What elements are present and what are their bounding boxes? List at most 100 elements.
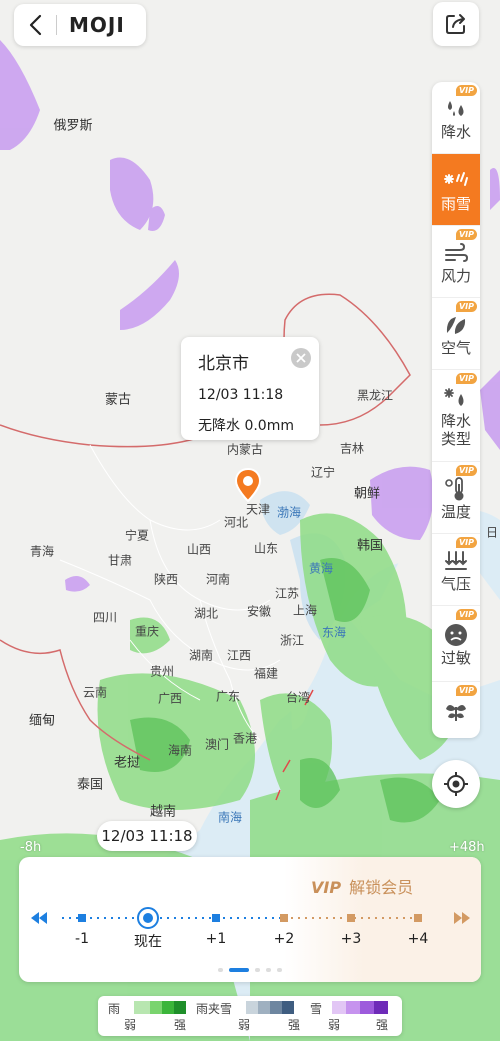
page-indicator-active bbox=[229, 968, 249, 972]
map-label: 日 bbox=[485, 525, 499, 540]
map-label: 黄海 bbox=[308, 561, 334, 576]
legend-swatch bbox=[162, 1001, 174, 1014]
legend-strong: 强 bbox=[288, 1018, 301, 1032]
locate-button[interactable] bbox=[432, 760, 480, 808]
map-label: 重庆 bbox=[134, 624, 160, 639]
layer-precipitation[interactable]: VIP 降水 bbox=[432, 82, 480, 154]
timeline-start-label: -8h bbox=[20, 840, 42, 855]
leaf-icon bbox=[443, 311, 469, 339]
timeline-tick[interactable]: 现在 bbox=[134, 931, 162, 951]
layer-label: 风力 bbox=[440, 266, 471, 285]
map-label: 越南 bbox=[149, 804, 177, 820]
map-label: 吉林 bbox=[339, 441, 365, 456]
map-label: 上海 bbox=[292, 603, 318, 618]
legend-weak: 弱 bbox=[328, 1018, 341, 1032]
map-label: 青海 bbox=[29, 544, 55, 559]
allergy-face-icon bbox=[443, 621, 469, 649]
layer-air[interactable]: VIP 空气 bbox=[432, 298, 480, 370]
map-label: 海南 bbox=[167, 743, 193, 758]
layer-panel: VIP 降水 雨雪 VIP 风力 VIP 空气 VIP 降水类型 VIP 温度 … bbox=[432, 82, 480, 738]
layer-pressure[interactable]: VIP 气压 bbox=[432, 534, 480, 606]
layer-allergy[interactable]: VIP 过敏 bbox=[432, 606, 480, 682]
pressure-icon bbox=[443, 547, 469, 575]
map-label: 老挝 bbox=[113, 755, 141, 771]
vip-badge: VIP bbox=[455, 537, 477, 548]
thermometer-icon bbox=[443, 475, 469, 503]
timeline-tick[interactable]: +3 bbox=[341, 931, 362, 947]
current-time-badge: 12/03 11:18 bbox=[97, 821, 197, 851]
map-label: 浙江 bbox=[279, 633, 305, 648]
timeline-track[interactable] bbox=[19, 857, 481, 982]
map-label: 安徽 bbox=[246, 604, 272, 619]
page-indicator bbox=[266, 968, 271, 972]
app-logo: MOJI bbox=[69, 13, 125, 37]
legend-swatch bbox=[282, 1001, 294, 1014]
layer-rain-snow[interactable]: 雨雪 bbox=[432, 154, 480, 226]
legend-weak: 弱 bbox=[238, 1018, 251, 1032]
chevron-left-icon bbox=[29, 14, 42, 36]
crosshair-icon bbox=[444, 772, 468, 796]
map-label: 澳门 bbox=[204, 737, 230, 752]
popup-precip: 无降水 0.0mm bbox=[198, 418, 294, 434]
wind-icon bbox=[443, 239, 469, 267]
layer-label: 降水 bbox=[440, 122, 471, 141]
map-label: 河南 bbox=[205, 572, 231, 587]
legend-swatch bbox=[332, 1001, 346, 1014]
map-label: 广西 bbox=[157, 691, 183, 706]
plant-icon bbox=[443, 696, 469, 724]
map-label: 陕西 bbox=[153, 572, 179, 587]
map-label: 泰国 bbox=[76, 777, 104, 793]
layer-precip-type[interactable]: VIP 降水类型 bbox=[432, 370, 480, 462]
timeline-tick[interactable]: +2 bbox=[274, 931, 295, 947]
map-label: 韩国 bbox=[356, 538, 384, 554]
timeline-tick[interactable]: +1 bbox=[206, 931, 227, 947]
legend-swatch bbox=[174, 1001, 186, 1014]
map-label: 南海 bbox=[217, 810, 243, 825]
legend-swatch bbox=[150, 1001, 162, 1014]
map-label: 黑龙江 bbox=[356, 388, 394, 403]
map-label: 香港 bbox=[232, 731, 258, 746]
vip-badge: VIP bbox=[455, 229, 477, 240]
map-label: 东海 bbox=[321, 625, 347, 640]
map-label: 宁夏 bbox=[124, 528, 150, 543]
legend-weak: 弱 bbox=[124, 1018, 137, 1032]
map-label: 福建 bbox=[253, 666, 279, 681]
legend-swatch bbox=[270, 1001, 282, 1014]
share-button[interactable] bbox=[433, 2, 479, 46]
legend-swatch bbox=[258, 1001, 270, 1014]
map-label: 山东 bbox=[253, 541, 279, 556]
layer-label: 降水类型 bbox=[440, 411, 471, 448]
popup-time: 12/03 11:18 bbox=[198, 387, 284, 403]
map-label: 内蒙古 bbox=[226, 442, 264, 457]
back-button[interactable] bbox=[14, 4, 56, 46]
vip-badge: VIP bbox=[455, 465, 477, 476]
location-pin-icon[interactable] bbox=[234, 467, 262, 507]
map-label: 山西 bbox=[186, 542, 212, 557]
rain-drops-icon bbox=[443, 95, 469, 123]
map-label: 台湾 bbox=[285, 690, 311, 705]
timeline-tick[interactable]: -1 bbox=[75, 931, 89, 947]
map-label: 广东 bbox=[215, 689, 241, 704]
layer-temperature[interactable]: VIP 温度 bbox=[432, 462, 480, 534]
rain-snow-icon bbox=[443, 167, 469, 195]
legend-swatch bbox=[134, 1001, 150, 1014]
location-popup[interactable]: 北京市 12/03 11:18 无降水 0.0mm bbox=[181, 337, 319, 440]
precip-type-icon bbox=[443, 384, 469, 412]
vip-badge: VIP bbox=[455, 301, 477, 312]
vip-badge: VIP bbox=[455, 609, 477, 620]
layer-plant[interactable]: VIP bbox=[432, 682, 480, 738]
popup-city: 北京市 bbox=[198, 354, 249, 374]
map-label: 渤海 bbox=[276, 505, 302, 520]
legend-strong: 强 bbox=[376, 1018, 389, 1032]
layer-label: 气压 bbox=[440, 574, 471, 593]
close-icon[interactable] bbox=[291, 348, 311, 368]
top-bar: MOJI bbox=[14, 4, 146, 46]
map-label: 江西 bbox=[226, 648, 252, 663]
page-indicator bbox=[277, 968, 282, 972]
vip-badge: VIP bbox=[455, 373, 477, 384]
timeline-tick[interactable]: +4 bbox=[408, 931, 429, 947]
share-icon bbox=[446, 14, 465, 34]
map-label: 俄罗斯 bbox=[53, 118, 93, 134]
vip-badge: VIP bbox=[455, 85, 477, 96]
layer-wind[interactable]: VIP 风力 bbox=[432, 226, 480, 298]
